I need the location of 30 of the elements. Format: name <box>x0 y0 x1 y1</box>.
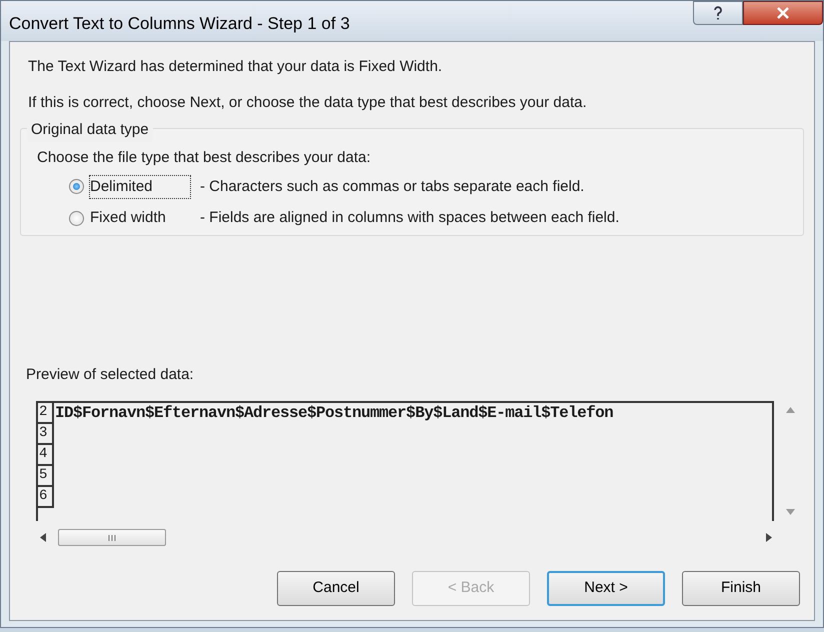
option-label[interactable]: Fixed width <box>90 207 190 230</box>
row-number: 5 <box>38 466 54 486</box>
instruction-text: If this is correct, choose Next, or choose the data type that best describes your data. <box>28 92 588 112</box>
scroll-down-icon[interactable] <box>786 508 794 514</box>
dialog-button[interactable]: Next > <box>547 570 665 606</box>
row-number: 6 <box>38 486 54 508</box>
radio-button[interactable] <box>69 210 84 226</box>
preview-label: Preview of selected data: <box>25 365 195 385</box>
radio-button[interactable] <box>69 179 84 194</box>
instruction-text: The Text Wizard has determined that your data is Fixed Width. <box>28 57 444 77</box>
close-button[interactable] <box>743 1 823 25</box>
help-button[interactable] <box>693 1 743 25</box>
prompt-text: Choose the file type that best describes your data: <box>37 148 372 168</box>
close-icon <box>776 7 790 19</box>
row-number: 4 <box>38 444 54 466</box>
option-label[interactable]: Delimited <box>90 176 190 198</box>
row-number: 3 <box>38 424 54 444</box>
scroll-up-icon[interactable] <box>786 406 794 412</box>
help-icon <box>713 6 723 20</box>
preview-text: ID$Fornavn$Efternavn$Adresse$Postnummer$By$Land$E-mail$Telefon <box>54 402 614 424</box>
row-number: 2 <box>38 402 54 424</box>
option-description: - Characters such as commas or tabs separate each field. <box>200 176 584 196</box>
scroll-left-icon[interactable] <box>40 533 46 542</box>
scroll-right-icon[interactable] <box>766 533 772 542</box>
option-description: - Fields are aligned in columns with spaces between each field. <box>200 208 620 228</box>
scroll-thumb[interactable] <box>58 529 166 546</box>
dialog-button[interactable]: Cancel <box>277 570 395 606</box>
window-title: Convert Text to Columns Wizard - Step 1 of 3 <box>9 13 351 36</box>
grip-icon <box>108 534 116 540</box>
dialog-button[interactable]: Finish <box>682 570 800 606</box>
